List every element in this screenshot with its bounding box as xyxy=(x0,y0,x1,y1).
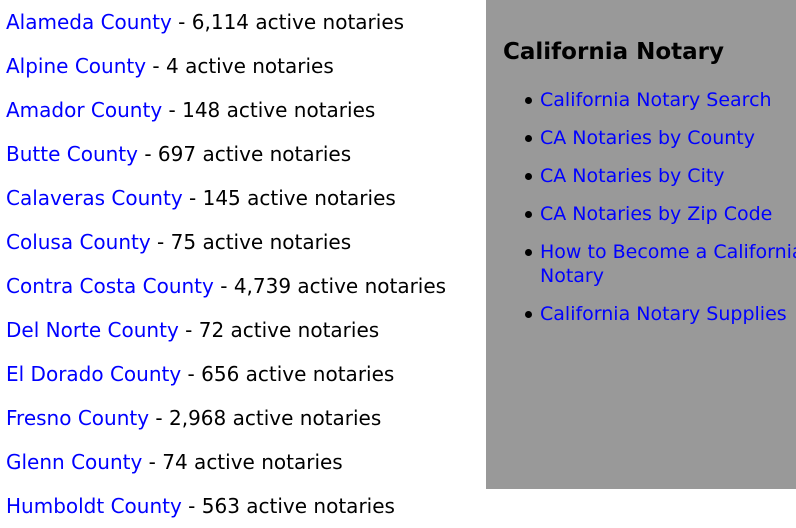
county-link[interactable]: Butte County xyxy=(6,142,138,166)
county-list-item: Del Norte County - 72 active notaries xyxy=(0,308,480,352)
sidebar-link[interactable]: CA Notaries by City xyxy=(540,165,725,187)
sidebar-list-item: How to Become a California Notary xyxy=(525,240,796,288)
county-link[interactable]: Glenn County xyxy=(6,450,142,474)
county-notary-count: 656 active notaries xyxy=(201,362,395,386)
sidebar-title: California Notary xyxy=(503,39,725,65)
county-separator: - xyxy=(213,274,234,298)
county-notary-list: Alameda County - 6,114 active notaries Al… xyxy=(0,0,480,528)
county-link[interactable]: Colusa County xyxy=(6,230,151,254)
county-notary-count: 148 active notaries xyxy=(182,98,376,122)
bullet-icon xyxy=(525,135,532,142)
county-notary-count: 75 active notaries xyxy=(170,230,352,254)
sidebar-link[interactable]: CA Notaries by County xyxy=(540,127,755,149)
sidebar-link[interactable]: CA Notaries by Zip Code xyxy=(540,203,772,225)
county-list-item: Alpine County - 4 active notaries xyxy=(0,44,480,88)
county-separator: - xyxy=(150,230,171,254)
county-separator: - xyxy=(181,362,202,386)
county-notary-count: 697 active notaries xyxy=(157,142,352,166)
county-list-item: Amador County - 148 active notaries xyxy=(0,88,480,132)
county-separator: - xyxy=(178,318,199,342)
sidebar-link-list: California Notary Search CA Notaries by C… xyxy=(486,88,796,340)
sidebar-list-item: California Notary Search xyxy=(525,88,796,112)
county-list-item: Alameda County - 6,114 active notaries xyxy=(0,0,480,44)
county-list-item: Colusa County - 75 active notaries xyxy=(0,220,480,264)
bullet-icon xyxy=(525,173,532,180)
bullet-icon xyxy=(525,249,532,256)
county-list-item: Calaveras County - 145 active notaries xyxy=(0,176,480,220)
bullet-icon xyxy=(525,311,532,318)
county-separator: - xyxy=(171,10,192,34)
county-notary-count: 72 active notaries xyxy=(198,318,380,342)
county-notary-count: 4 active notaries xyxy=(166,54,334,78)
county-separator: - xyxy=(146,54,166,78)
county-list-item: El Dorado County - 656 active notaries xyxy=(0,352,480,396)
county-notary-count: 74 active notaries xyxy=(162,450,343,474)
county-list-item: Fresno County - 2,968 active notaries xyxy=(0,396,480,440)
county-notary-count: 6,114 active notaries xyxy=(191,10,405,34)
county-notary-count: 4,739 active notaries xyxy=(233,274,447,298)
county-list-item: Glenn County - 74 active notaries xyxy=(0,440,480,484)
sidebar-link[interactable]: How to Become a California Notary xyxy=(540,241,796,287)
county-link[interactable]: El Dorado County xyxy=(6,362,181,386)
county-separator: - xyxy=(181,494,202,518)
county-link[interactable]: Calaveras County xyxy=(6,186,183,210)
county-link[interactable]: Fresno County xyxy=(6,406,149,430)
county-separator: - xyxy=(149,406,169,430)
sidebar-list-item: CA Notaries by Zip Code xyxy=(525,202,796,226)
sidebar-link[interactable]: California Notary Supplies xyxy=(540,303,787,325)
sidebar-list-item: CA Notaries by County xyxy=(525,126,796,150)
county-list-item: Contra Costa County - 4,739 active notar… xyxy=(0,264,480,308)
county-link[interactable]: Amador County xyxy=(6,98,162,122)
county-separator: - xyxy=(162,98,183,122)
county-notary-count: 2,968 active notaries xyxy=(169,406,382,430)
county-link[interactable]: Alameda County xyxy=(6,10,172,34)
county-link[interactable]: Alpine County xyxy=(6,54,146,78)
bullet-icon xyxy=(525,97,532,104)
county-link[interactable]: Del Norte County xyxy=(6,318,179,342)
county-link[interactable]: Contra Costa County xyxy=(6,274,214,298)
bullet-icon xyxy=(525,211,532,218)
county-separator: - xyxy=(142,450,163,474)
county-list-item: Humboldt County - 563 active notaries xyxy=(0,484,480,528)
sidebar-panel: California Notary California Notary Sear… xyxy=(486,0,796,489)
county-separator: - xyxy=(182,186,203,210)
county-separator: - xyxy=(137,142,158,166)
county-notary-count: 145 active notaries xyxy=(202,186,396,210)
sidebar-link[interactable]: California Notary Search xyxy=(540,89,772,111)
sidebar-list-item: California Notary Supplies xyxy=(525,302,796,326)
county-link[interactable]: Humboldt County xyxy=(6,494,182,518)
county-list-item: Butte County - 697 active notaries xyxy=(0,132,480,176)
page-root: Alameda County - 6,114 active notaries Al… xyxy=(0,0,796,518)
county-notary-count: 563 active notaries xyxy=(201,494,395,518)
sidebar-list-item: CA Notaries by City xyxy=(525,164,796,188)
